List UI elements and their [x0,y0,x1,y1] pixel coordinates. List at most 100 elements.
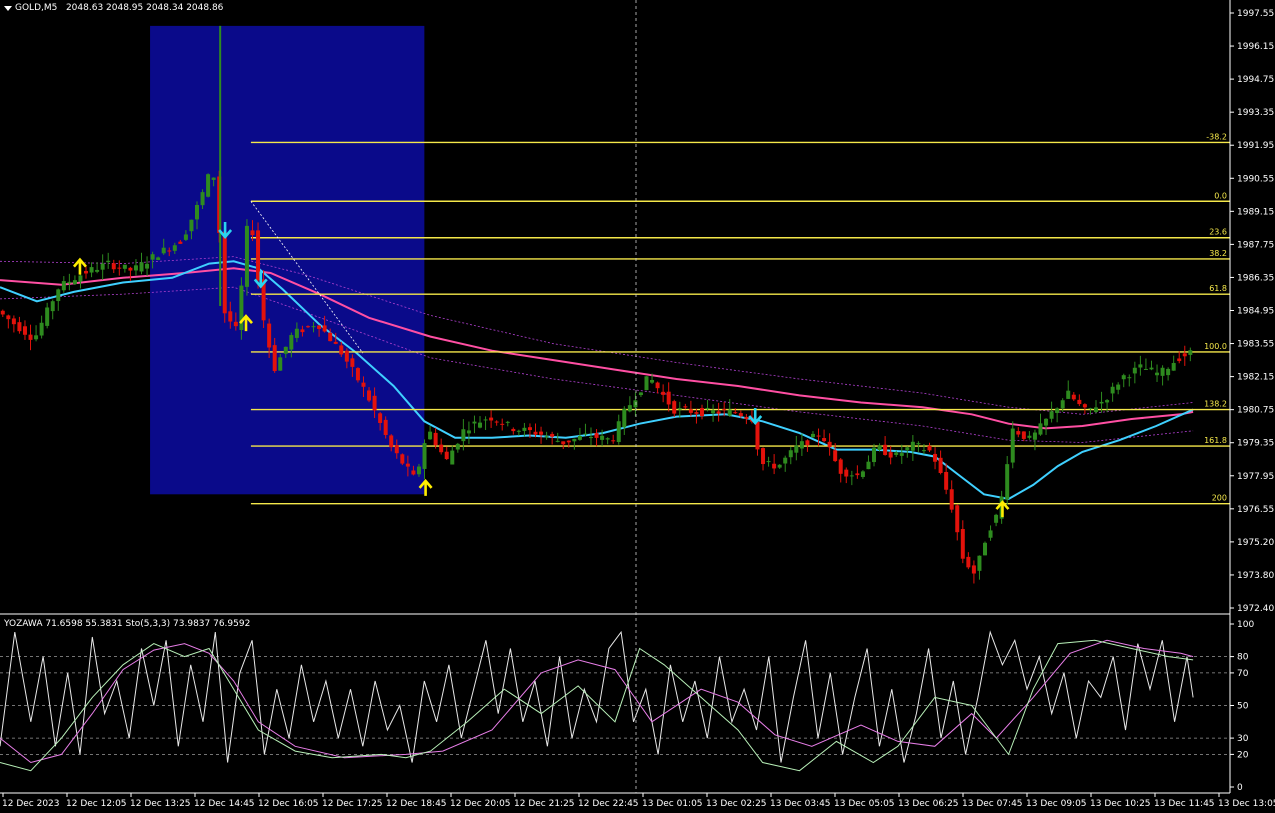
price-bar-body [466,430,471,434]
price-bar-body [1188,350,1193,355]
price-bar-body [34,335,39,340]
price-bar-body [944,471,949,490]
price-bar-body [755,421,760,450]
price-bar-body [872,447,877,463]
time-tick-label: 13 Dec 10:25 [1090,799,1151,809]
price-bar-body [955,505,960,533]
price-bar-body [544,436,549,438]
price-bar-body [988,530,993,538]
price-bar-body [550,433,555,437]
price-bar-body [788,450,793,458]
fib-level-label: 200 [1212,494,1227,503]
price-bar-body [444,451,449,460]
price-tick-label: 1987.75 [1237,240,1274,250]
price-bar-body [622,408,627,428]
price-tick-label: 1984.95 [1237,307,1274,317]
price-bar-body [461,429,466,442]
price-bar-body [256,230,261,281]
price-tick-label: 1993.35 [1237,108,1274,118]
price-tick-label: 1996.15 [1237,42,1274,52]
price-bar-body [1066,390,1071,399]
price-tick-label: 1997.55 [1237,9,1274,19]
price-bar-body [1143,368,1148,370]
price-bar-body [300,329,305,333]
price-bar-body [311,326,316,328]
price-bar-body [50,301,55,312]
time-tick-label: 13 Dec 13:05 [1218,799,1275,809]
price-bar-body [339,345,344,355]
price-bar-body [72,280,77,285]
price-bar-body [122,264,127,269]
price-bar-body [566,440,571,443]
price-bar-body [1093,407,1098,412]
price-bar-body [661,391,666,395]
price-bar-body [411,470,416,475]
price-bar-body [344,350,349,362]
time-tick-label: 13 Dec 01:05 [642,799,703,809]
price-bar-body [294,328,299,338]
price-bar-body [355,368,360,381]
price-bar-body [1132,367,1137,374]
price-bar-body [189,219,194,232]
price-bar-body [117,267,122,269]
price-bar-body [600,435,605,440]
price-bar-body [605,438,610,440]
price-bar-body [1071,394,1076,400]
time-tick-label: 13 Dec 03:45 [770,799,831,809]
price-bar-body [716,411,721,414]
price-bar-body [539,431,544,435]
price-bar-body [1138,364,1143,368]
fib-level-label: 161.8 [1204,436,1227,445]
trading-chart[interactable]: -38.20.023.638.261.8100.0138.2161.8200 1… [0,0,1275,813]
indicator-tick-label: 0 [1237,783,1243,793]
price-bar-body [844,469,849,477]
price-bar-body [1160,367,1165,376]
price-bar-body [738,413,743,417]
price-bar-body [211,177,216,180]
time-tick-label: 12 Dec 14:45 [194,799,255,809]
price-bar-body [289,335,294,350]
price-bar-body [827,441,832,448]
time-tick-label: 13 Dec 05:05 [834,799,895,809]
blue-zone-layer [150,25,425,495]
price-bar-body [67,281,72,284]
price-tick-label: 1989.15 [1237,207,1274,217]
price-bar-body [777,464,782,468]
yozawa-line [0,630,1194,763]
price-bar-body [0,310,5,315]
price-bar-body [983,542,988,556]
price-bar-body [960,529,965,559]
price-bar-body [378,413,383,423]
price-bar-body [1177,358,1182,362]
price-bar-body [655,382,660,389]
indicator-tick-label: 100 [1237,620,1254,630]
price-bar-body [933,453,938,462]
time-tick-label: 13 Dec 02:25 [706,799,767,809]
indicator-tick-label: 50 [1237,702,1249,712]
time-tick-label: 12 Dec 20:05 [450,799,511,809]
price-bar-body [372,395,377,411]
price-bar-body [966,556,971,568]
price-bar-body [11,318,16,325]
chart-header: GOLD,M5 2048.63 2048.95 2048.34 2048.86 [15,3,223,13]
price-bar-body [638,392,643,396]
blue-zone [150,25,425,495]
price-bar-body [150,254,155,260]
price-bar-body [45,307,50,326]
price-bar-body [56,289,61,302]
price-bar-body [1121,375,1126,380]
symbol-dropdown-icon[interactable] [4,6,12,11]
price-bar-body [305,326,310,328]
price-bar-body [949,489,954,510]
price-bar-body [1060,400,1065,409]
price-tick-label: 1979.35 [1237,439,1274,449]
price-tick-label: 1975.20 [1237,538,1274,548]
time-tick-label: 12 Dec 12:05 [66,799,127,809]
price-bar-body [333,341,338,344]
price-bar-body [772,463,777,469]
time-tick-label: 13 Dec 11:45 [1154,799,1215,809]
price-bar-body [100,263,105,270]
price-bar-body [428,431,433,440]
price-tick-label: 1973.80 [1237,571,1274,581]
price-bar-body [733,412,738,414]
